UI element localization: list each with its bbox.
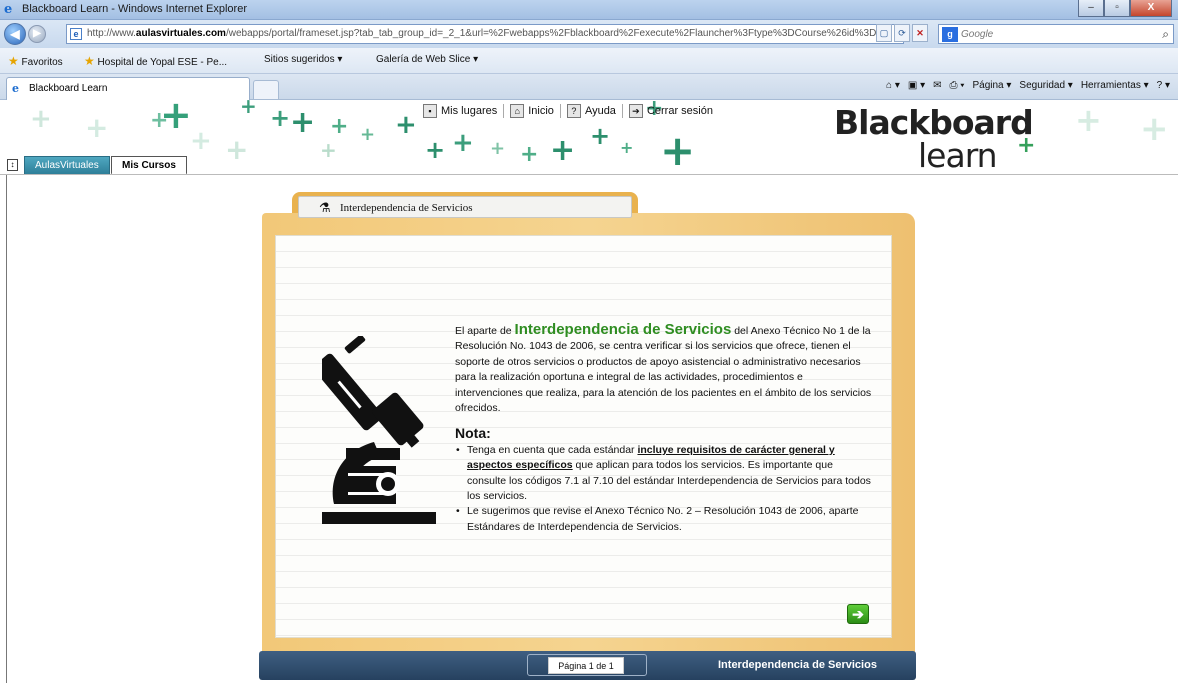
microscope-icon bbox=[322, 336, 436, 524]
cerrar-sesion-link[interactable]: ➔ Cerrar sesión bbox=[628, 104, 713, 118]
forward-button[interactable]: ▶ bbox=[28, 25, 46, 43]
search-placeholder: Google bbox=[961, 29, 994, 40]
address-field[interactable]: e http://www.aulasvirtuales.com/webapps/… bbox=[66, 24, 904, 44]
nota-list: Tenga en cuenta que cada estándar incluy… bbox=[455, 443, 873, 535]
ie-logo-icon: e bbox=[4, 2, 13, 17]
new-tab-button[interactable] bbox=[253, 80, 279, 99]
frame-divider bbox=[6, 175, 7, 683]
inicio-link[interactable]: ⌂ Inicio bbox=[510, 104, 554, 118]
window-titlebar: e Blackboard Learn - Windows Internet Ex… bbox=[0, 0, 1178, 20]
home-icon[interactable]: ⌂ ▾ bbox=[886, 80, 900, 91]
stop-icon[interactable]: ✕ bbox=[912, 24, 928, 42]
minimize-button[interactable]: – bbox=[1078, 0, 1104, 17]
command-bar: ⌂ ▾ ▣ ▾ ✉ ⎙ ▾ Página ▾ Seguridad ▾ Herra… bbox=[886, 80, 1170, 91]
logout-icon: ➔ bbox=[628, 104, 643, 118]
help-icon[interactable]: ? ▾ bbox=[1157, 80, 1170, 91]
search-icon[interactable]: ⌕ bbox=[1162, 27, 1169, 42]
browser-tab-bar: e Blackboard Learn ⌂ ▾ ▣ ▾ ✉ ⎙ ▾ Página … bbox=[0, 74, 1178, 100]
maximize-button[interactable]: ▫ bbox=[1104, 0, 1130, 17]
window-title: Blackboard Learn - Windows Internet Expl… bbox=[22, 3, 247, 15]
person-icon: ▪ bbox=[423, 104, 437, 118]
menu-seguridad[interactable]: Seguridad ▾ bbox=[1019, 80, 1072, 91]
list-item: Le sugerimos que revise el Anexo Técnico… bbox=[455, 504, 873, 535]
favorite-item-galeria[interactable]: Galería de Web Slice ▾ bbox=[376, 54, 478, 65]
address-buttons: ▢ ⟳ ✕ bbox=[876, 24, 928, 42]
star-icon: ★ bbox=[8, 54, 19, 68]
browser-tab-label: Blackboard Learn bbox=[29, 83, 108, 94]
intro-paragraph: El aparte de Interdependencia de Servici… bbox=[455, 321, 872, 415]
print-icon[interactable]: ⎙ ▾ bbox=[950, 80, 965, 91]
nota-heading: Nota: bbox=[455, 425, 491, 442]
window-controls: – ▫ X bbox=[1078, 0, 1172, 17]
module-content: El aparte de Interdependencia de Servici… bbox=[455, 322, 873, 535]
home-icon: ⌂ bbox=[510, 104, 525, 118]
page-indicator: Página 1 de 1 bbox=[548, 657, 624, 674]
expand-tabs-icon[interactable]: ↕ bbox=[7, 159, 18, 171]
link-divider bbox=[559, 104, 561, 118]
favorites-button[interactable]: ★ Favoritos bbox=[8, 54, 63, 68]
refresh-icon[interactable]: ⟳ bbox=[894, 24, 910, 42]
microscope-icon: ⚗ bbox=[319, 200, 331, 215]
favorite-item-sitios[interactable]: Sitios sugeridos ▾ bbox=[264, 54, 342, 65]
favorite-item-hospital[interactable]: ★ Hospital de Yopal ESE - Pe... bbox=[84, 54, 227, 68]
google-icon: g bbox=[942, 27, 958, 42]
footer-title: Interdependencia de Servicios bbox=[718, 659, 877, 671]
url-text[interactable]: http://www.aulasvirtuales.com/webapps/po… bbox=[87, 28, 877, 39]
close-window-button[interactable]: X bbox=[1130, 0, 1172, 17]
mail-icon[interactable]: ✉ bbox=[933, 80, 941, 91]
help-icon: ? bbox=[566, 104, 581, 118]
tab-page-icon: e bbox=[12, 82, 19, 95]
arrow-right-icon: ➔ bbox=[852, 606, 864, 622]
ayuda-link[interactable]: ? Ayuda bbox=[566, 104, 616, 118]
search-field[interactable]: g Google ⌕ bbox=[938, 24, 1174, 44]
blackboard-logo: Blackboard learn + bbox=[834, 103, 1036, 175]
module-footer: Página 1 de 1 Interdependencia de Servic… bbox=[259, 651, 916, 680]
compatibility-view-icon[interactable]: ▢ bbox=[876, 24, 892, 42]
module-tab-title: Interdependencia de Servicios bbox=[340, 202, 473, 214]
mis-lugares-link[interactable]: ▪ Mis lugares bbox=[423, 104, 497, 118]
menu-pagina[interactable]: Página ▾ bbox=[972, 80, 1011, 91]
back-button[interactable]: ◀ bbox=[4, 23, 26, 45]
link-divider bbox=[503, 104, 505, 118]
link-divider bbox=[621, 104, 623, 118]
blackboard-header: + + + + + + + + + + + + + + + + + + + + … bbox=[0, 100, 1178, 175]
feeds-icon[interactable]: ▣ ▾ bbox=[908, 80, 925, 91]
intro-highlight: Interdependencia de Servicios bbox=[514, 321, 732, 338]
module-tab-header: ⚗ Interdependencia de Servicios bbox=[298, 196, 632, 218]
tab-aulasvirtuales[interactable]: AulasVirtuales bbox=[24, 156, 110, 174]
list-item: Tenga en cuenta que cada estándar incluy… bbox=[455, 443, 873, 505]
address-toolbar: ◀ ▶ e http://www.aulasvirtuales.com/weba… bbox=[0, 20, 1178, 48]
browser-tab[interactable]: e Blackboard Learn bbox=[6, 77, 250, 100]
menu-herramientas[interactable]: Herramientas ▾ bbox=[1081, 80, 1149, 91]
logo-plus-icon: + bbox=[1017, 133, 1036, 158]
add-favorite-icon: ★ bbox=[84, 54, 95, 68]
next-page-button[interactable]: ➔ bbox=[847, 604, 869, 624]
page-icon: e bbox=[70, 28, 82, 40]
tab-mis-cursos[interactable]: Mis Cursos bbox=[111, 156, 187, 174]
favorites-bar: ★ Favoritos ★ Hospital de Yopal ESE - Pe… bbox=[0, 48, 1178, 74]
top-links: ▪ Mis lugares ⌂ Inicio ? Ayuda ➔ Cerrar sesi… bbox=[423, 104, 713, 118]
